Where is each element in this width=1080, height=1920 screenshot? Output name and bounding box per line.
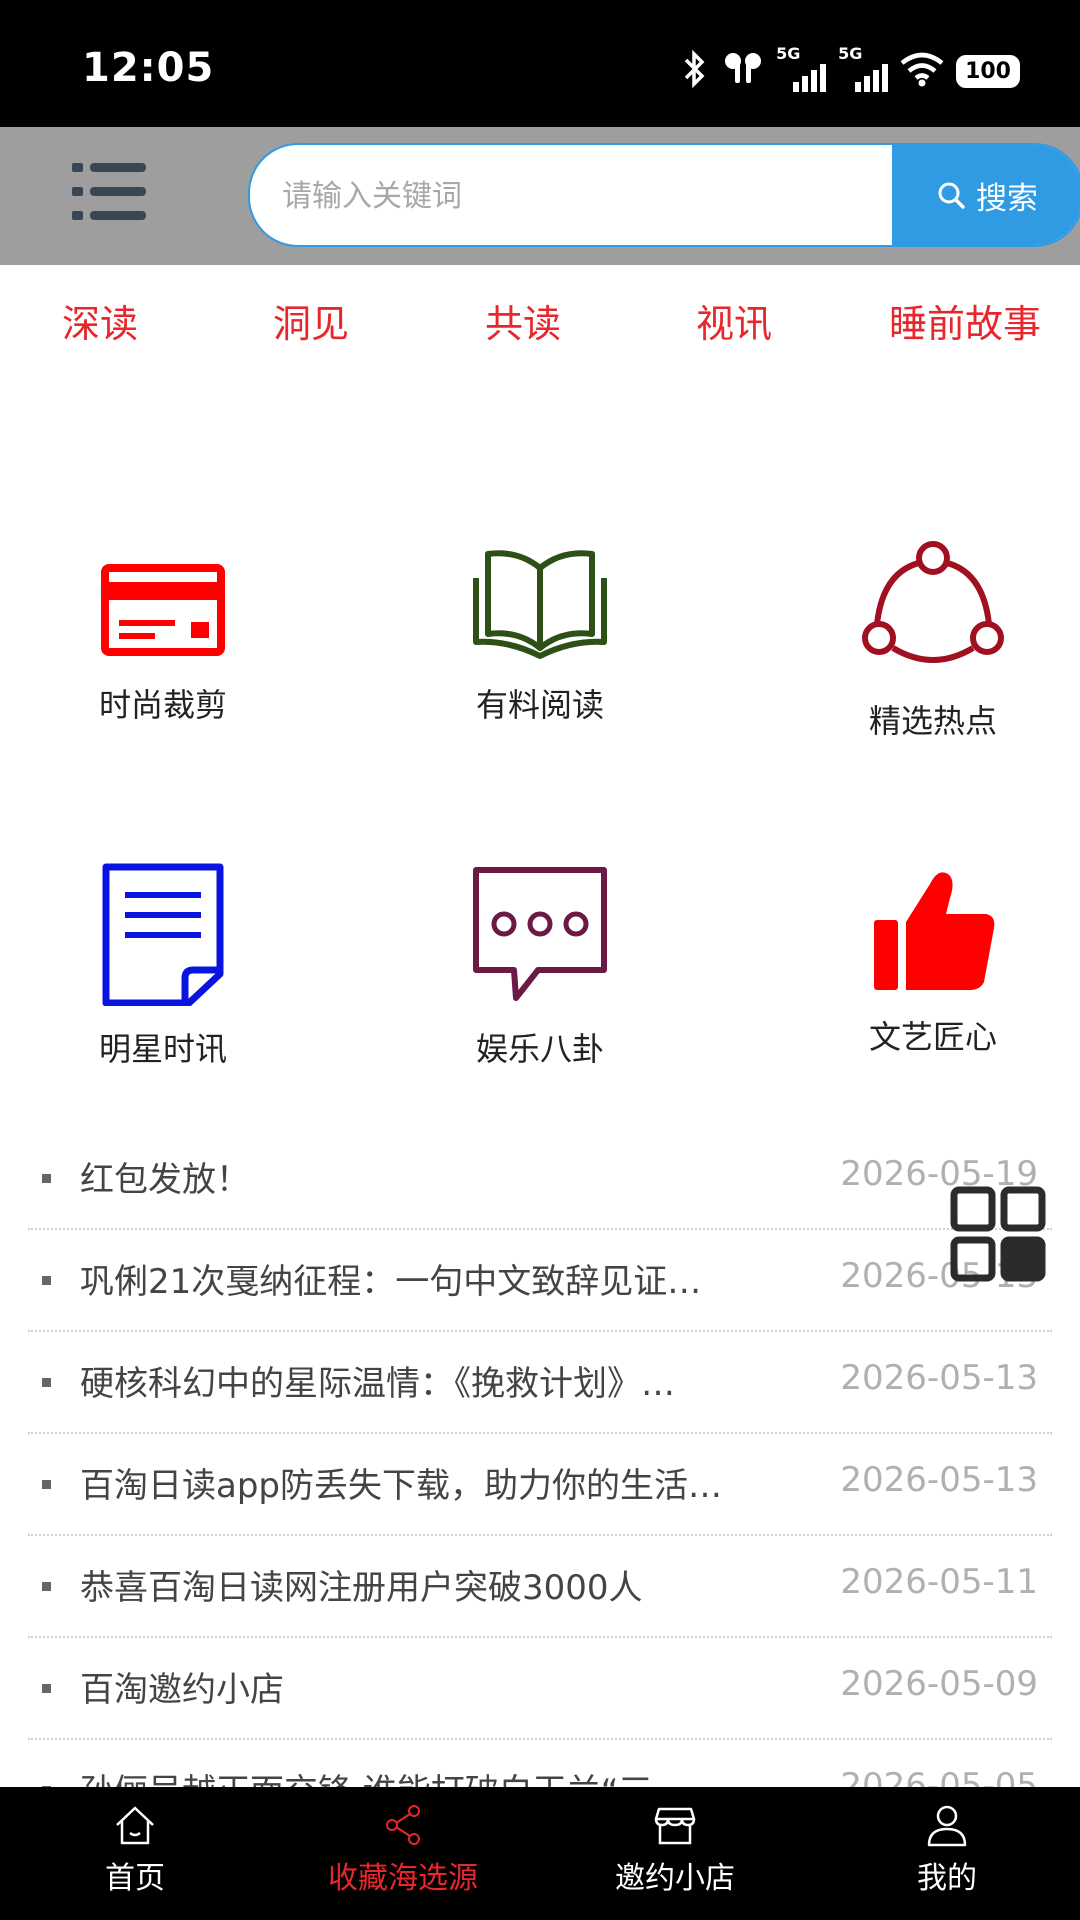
thumbs-up-icon	[874, 872, 995, 990]
bullet	[42, 1174, 51, 1183]
search-box: 搜索	[248, 143, 1080, 247]
earbuds-icon	[722, 49, 764, 93]
news-item[interactable]: 硬核科幻中的星际温情：《挽救计划》… 2026-05-13	[28, 1332, 1052, 1434]
wifi-icon	[900, 51, 944, 91]
bullet	[42, 1276, 51, 1285]
news-title: 百淘日读app防丢失下载，助力你的生活…	[80, 1466, 722, 1506]
nav-label: 收藏海选源	[328, 1861, 478, 1896]
store-icon	[654, 1807, 696, 1845]
status-bar: 12:05 5G 5G 100	[0, 0, 1080, 127]
news-item[interactable]: 百淘邀约小店 2026-05-09	[28, 1638, 1052, 1740]
search-button-label: 搜索	[976, 180, 1038, 217]
battery-icon: 100	[956, 54, 1020, 88]
grid-item-fashion[interactable]: 时尚裁剪	[33, 538, 293, 726]
share-nodes-icon	[862, 541, 1004, 663]
signal-5g-icon: 5G	[776, 44, 827, 94]
grid-label: 有料阅读	[475, 686, 604, 724]
news-title: 恭喜百淘日读网注册用户突破3000人	[80, 1568, 643, 1608]
nav-home[interactable]: 首页	[0, 1787, 270, 1920]
document-icon	[102, 863, 224, 1006]
bullet	[42, 1378, 51, 1387]
news-item[interactable]: 恭喜百淘日读网注册用户突破3000人 2026-05-11	[28, 1536, 1052, 1638]
share-icon	[386, 1805, 420, 1845]
news-date: 2026-05-11	[840, 1562, 1038, 1602]
search-button[interactable]: 搜索	[892, 145, 1080, 245]
category-tabs: 深读 洞见 共读 视讯 睡前故事	[0, 265, 1080, 375]
nav-label: 我的	[917, 1861, 977, 1896]
news-date: 2026-05-13	[840, 1460, 1038, 1500]
grid-item-hot[interactable]: 精选热点	[803, 538, 1063, 742]
nav-label: 邀约小店	[615, 1861, 735, 1896]
news-title: 硬核科幻中的星际温情：《挽救计划》…	[80, 1364, 675, 1404]
bullet	[42, 1582, 51, 1591]
grid-item-art[interactable]: 文艺匠心	[803, 862, 1063, 1058]
news-title: 百淘邀约小店	[80, 1670, 284, 1710]
bluetooth-icon	[680, 49, 710, 93]
grid-label: 文艺匠心	[868, 1018, 997, 1056]
tab-insight[interactable]: 洞见	[273, 293, 349, 348]
list-menu-icon	[72, 163, 146, 220]
news-item[interactable]: 红包发放！ 2026-05-19	[28, 1128, 1052, 1230]
grid-item-star-news[interactable]: 明星时讯	[33, 862, 293, 1070]
grid-label: 时尚裁剪	[98, 686, 227, 724]
news-date: 2026-05-13	[840, 1358, 1038, 1398]
tab-deep-read[interactable]: 深读	[62, 293, 138, 348]
search-input[interactable]	[280, 145, 884, 245]
nav-store[interactable]: 邀约小店	[540, 1787, 810, 1920]
grid-item-gossip[interactable]: 娱乐八卦	[410, 862, 670, 1070]
bullet	[42, 1684, 51, 1693]
header-bar: 搜索	[0, 127, 1080, 265]
credit-card-icon	[101, 564, 225, 656]
news-title: 巩俐21次戛纳征程：一句中文致辞见证…	[80, 1262, 702, 1302]
news-date: 2026-05-09	[840, 1664, 1038, 1704]
grid-label: 娱乐八卦	[475, 1030, 604, 1068]
user-icon	[927, 1805, 967, 1847]
nav-me[interactable]: 我的	[812, 1787, 1080, 1920]
bottom-nav: 首页 收藏海选源 邀约小店 我的	[0, 1787, 1080, 1920]
news-list: 红包发放！ 2026-05-19 巩俐21次戛纳征程：一句中文致辞见证… 202…	[28, 1128, 1052, 1842]
chat-bubble-icon	[473, 867, 607, 1001]
news-title: 红包发放！	[80, 1160, 250, 1200]
tab-bedtime-story[interactable]: 睡前故事	[889, 293, 1041, 348]
tab-co-read[interactable]: 共读	[485, 293, 561, 348]
open-book-icon	[473, 550, 607, 659]
grid-label: 明星时讯	[98, 1030, 227, 1068]
bullet	[42, 1480, 51, 1489]
nav-favorites[interactable]: 收藏海选源	[268, 1787, 538, 1920]
floating-grid-button[interactable]	[950, 1186, 1046, 1282]
home-icon	[116, 1806, 154, 1845]
grid-label: 精选热点	[868, 702, 997, 740]
search-icon	[938, 182, 965, 209]
status-time: 12:05	[82, 45, 215, 91]
tab-video-news[interactable]: 视讯	[696, 293, 772, 348]
news-item[interactable]: 巩俐21次戛纳征程：一句中文致辞见证… 2026-05-13	[28, 1230, 1052, 1332]
grid-apps-icon	[950, 1186, 1046, 1282]
status-icons: 5G 5G 100	[680, 44, 1020, 96]
grid-item-reading[interactable]: 有料阅读	[410, 538, 670, 726]
signal-5g-icon: 5G	[838, 44, 889, 94]
menu-button[interactable]	[72, 157, 148, 227]
news-item[interactable]: 百淘日读app防丢失下载，助力你的生活… 2026-05-13	[28, 1434, 1052, 1536]
nav-label: 首页	[105, 1861, 165, 1896]
